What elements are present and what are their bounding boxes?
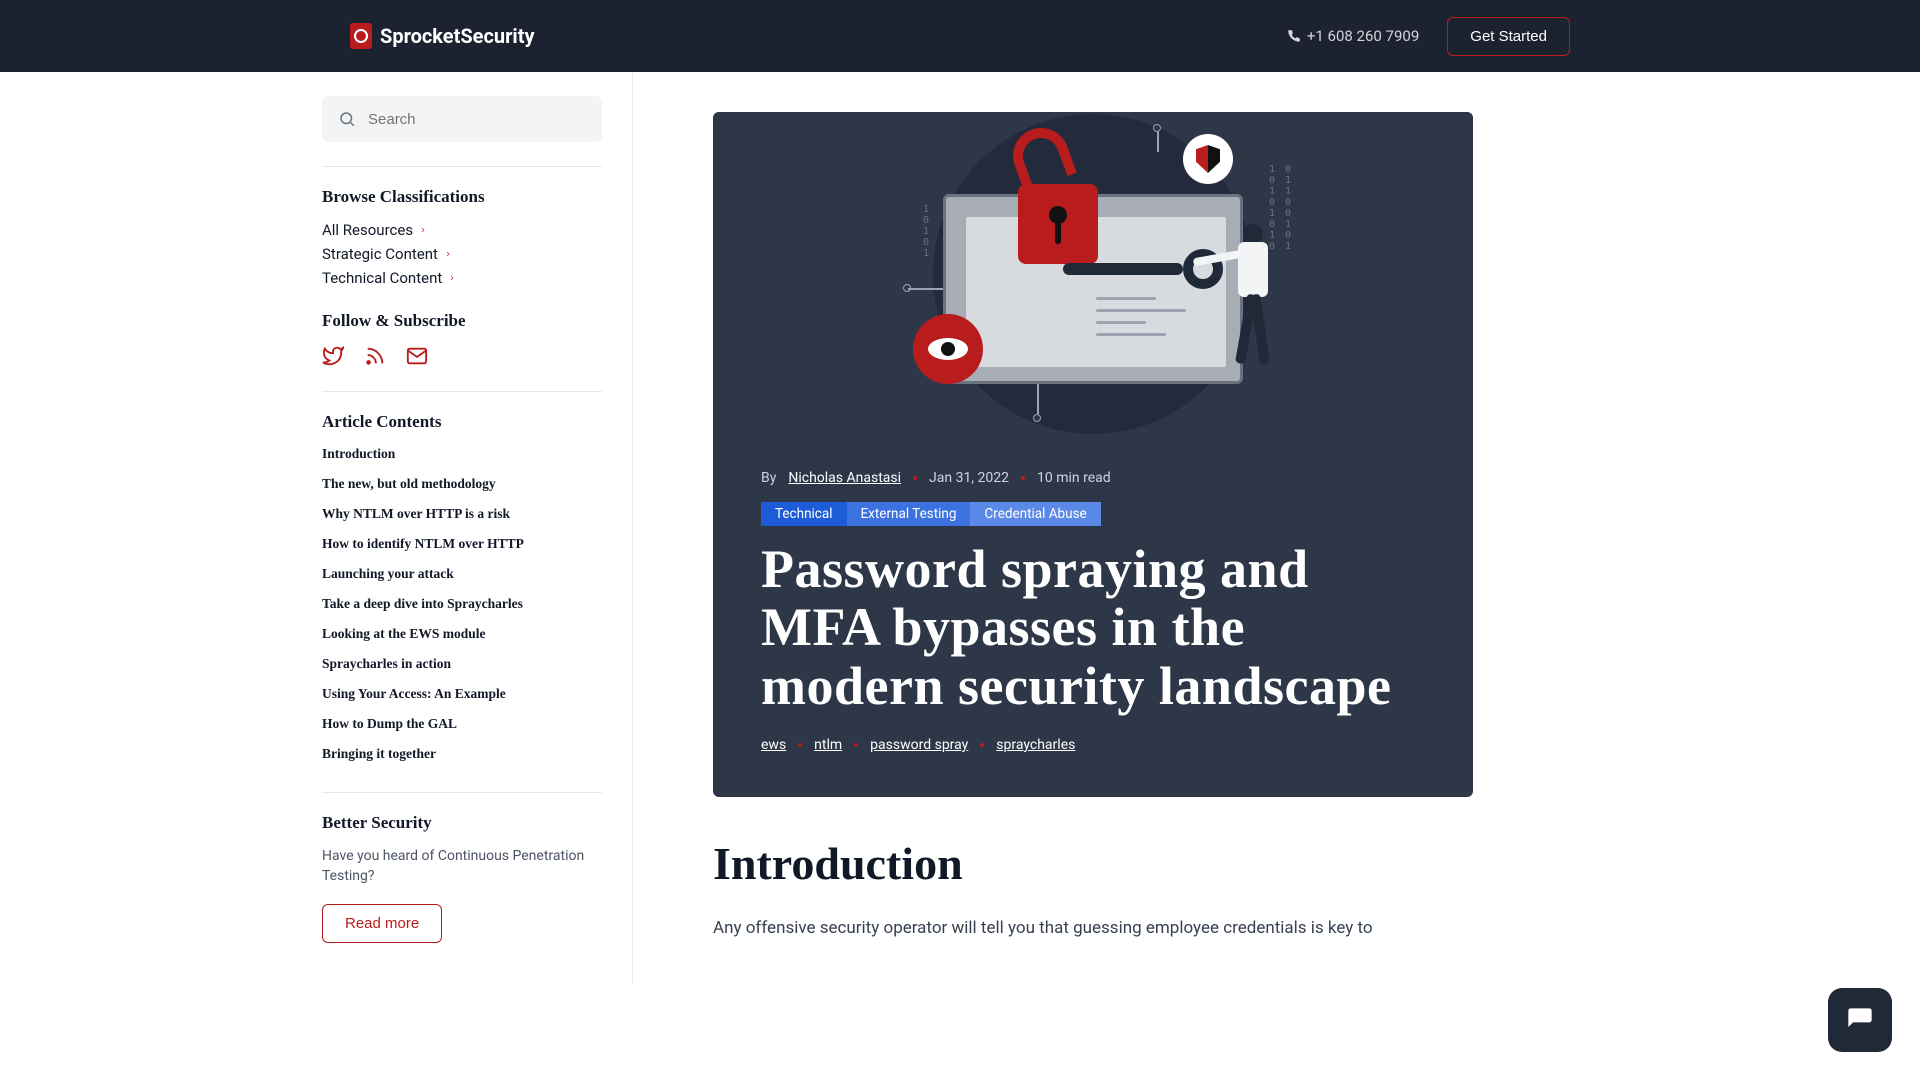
- phone-link[interactable]: +1 608 260 7909: [1287, 27, 1419, 45]
- chevron-right-icon: [444, 250, 452, 258]
- tag-link[interactable]: password spray: [870, 737, 968, 753]
- toc-link[interactable]: Looking at the EWS module: [322, 626, 602, 642]
- classification-list: All Resources Strategic Content Technica…: [322, 221, 602, 287]
- byline: By Nicholas Anastasi Jan 31, 2022 10 min…: [761, 470, 1425, 486]
- toc-link[interactable]: Spraycharles in action: [322, 656, 602, 672]
- tag-link[interactable]: spraycharles: [996, 737, 1075, 753]
- better-security-box: Better Security Have you heard of Contin…: [322, 813, 602, 943]
- article-hero: 1 00 11 10 01 00 11 00 1 10101: [713, 112, 1473, 797]
- phone-number: +1 608 260 7909: [1307, 27, 1419, 45]
- tag-link[interactable]: ews: [761, 737, 786, 753]
- phone-icon: [1287, 29, 1301, 43]
- dot-separator: [980, 743, 984, 747]
- dot-separator: [1021, 476, 1025, 480]
- divider: [322, 792, 602, 793]
- category-badge[interactable]: Technical: [761, 502, 847, 526]
- toc-link[interactable]: Using Your Access: An Example: [322, 686, 602, 702]
- dot-separator: [854, 743, 858, 747]
- shield-logo-icon: [350, 23, 372, 49]
- toc-link[interactable]: How to identify NTLM over HTTP: [322, 536, 602, 552]
- rss-icon: [364, 345, 386, 367]
- chevron-right-icon: [448, 274, 456, 282]
- toc-link[interactable]: Bringing it together: [322, 746, 602, 762]
- toc-heading: Article Contents: [322, 412, 602, 432]
- toc-link[interactable]: Take a deep dive into Spraycharles: [322, 596, 602, 612]
- read-more-button[interactable]: Read more: [322, 904, 442, 943]
- divider: [322, 166, 602, 167]
- eye-icon: [913, 314, 983, 384]
- person-icon: [1223, 224, 1293, 384]
- hero-illustration: 1 00 11 10 01 00 11 00 1 10101: [713, 112, 1473, 436]
- sidebar: Browse Classifications All Resources Str…: [0, 72, 633, 983]
- toc-link[interactable]: Why NTLM over HTTP is a risk: [322, 506, 602, 522]
- twitter-link[interactable]: [322, 345, 344, 371]
- shield-icon: [1183, 134, 1233, 184]
- intro-paragraph: Any offensive security operator will tel…: [713, 914, 1473, 943]
- dot-separator: [913, 476, 917, 480]
- publish-date: Jan 31, 2022: [929, 470, 1009, 486]
- chat-button[interactable]: [1828, 988, 1892, 1052]
- tag-link[interactable]: ntlm: [814, 737, 842, 753]
- main-content: 1 00 11 10 01 00 11 00 1 10101: [633, 72, 1920, 983]
- intro-heading: Introduction: [713, 837, 1473, 890]
- category-badge[interactable]: Credential Abuse: [970, 502, 1100, 526]
- social-links: [322, 345, 602, 371]
- key-icon: [1063, 254, 1213, 284]
- twitter-icon: [322, 345, 344, 367]
- email-link[interactable]: [406, 345, 428, 371]
- classification-link[interactable]: All Resources: [322, 221, 602, 239]
- browse-heading: Browse Classifications: [322, 187, 602, 207]
- tag-list: ews ntlm password spray spraycharles: [761, 737, 1425, 753]
- toc-link[interactable]: How to Dump the GAL: [322, 716, 602, 732]
- chat-icon: [1846, 1006, 1874, 1034]
- divider: [322, 391, 602, 392]
- toc-link[interactable]: The new, but old methodology: [322, 476, 602, 492]
- search-icon: [338, 110, 356, 128]
- mail-icon: [406, 345, 428, 367]
- category-badges: Technical External Testing Credential Ab…: [761, 502, 1425, 526]
- toc-link[interactable]: Launching your attack: [322, 566, 602, 582]
- get-started-button[interactable]: Get Started: [1447, 17, 1570, 56]
- brand-logo[interactable]: SprocketSecurity: [350, 23, 535, 49]
- brand-name: SprocketSecurity: [380, 24, 535, 48]
- search-input[interactable]: [368, 111, 586, 128]
- table-of-contents: Introduction The new, but old methodolog…: [322, 446, 602, 762]
- article-body: Introduction Any offensive security oper…: [713, 797, 1473, 943]
- by-label: By: [761, 470, 776, 486]
- rss-link[interactable]: [364, 345, 386, 371]
- better-heading: Better Security: [322, 813, 602, 833]
- read-time: 10 min read: [1037, 470, 1111, 486]
- category-badge[interactable]: External Testing: [847, 502, 971, 526]
- follow-heading: Follow & Subscribe: [322, 311, 602, 331]
- site-header: SprocketSecurity +1 608 260 7909 Get Sta…: [0, 0, 1920, 72]
- better-text: Have you heard of Continuous Penetration…: [322, 847, 602, 886]
- author-link[interactable]: Nicholas Anastasi: [788, 470, 901, 486]
- search-box[interactable]: [322, 96, 602, 142]
- padlock-icon: [1013, 134, 1103, 264]
- chevron-right-icon: [419, 226, 427, 234]
- dot-separator: [798, 743, 802, 747]
- toc-link[interactable]: Introduction: [322, 446, 602, 462]
- article-title: Password spraying and MFA bypasses in th…: [761, 540, 1425, 715]
- classification-link[interactable]: Technical Content: [322, 269, 602, 287]
- classification-link[interactable]: Strategic Content: [322, 245, 602, 263]
